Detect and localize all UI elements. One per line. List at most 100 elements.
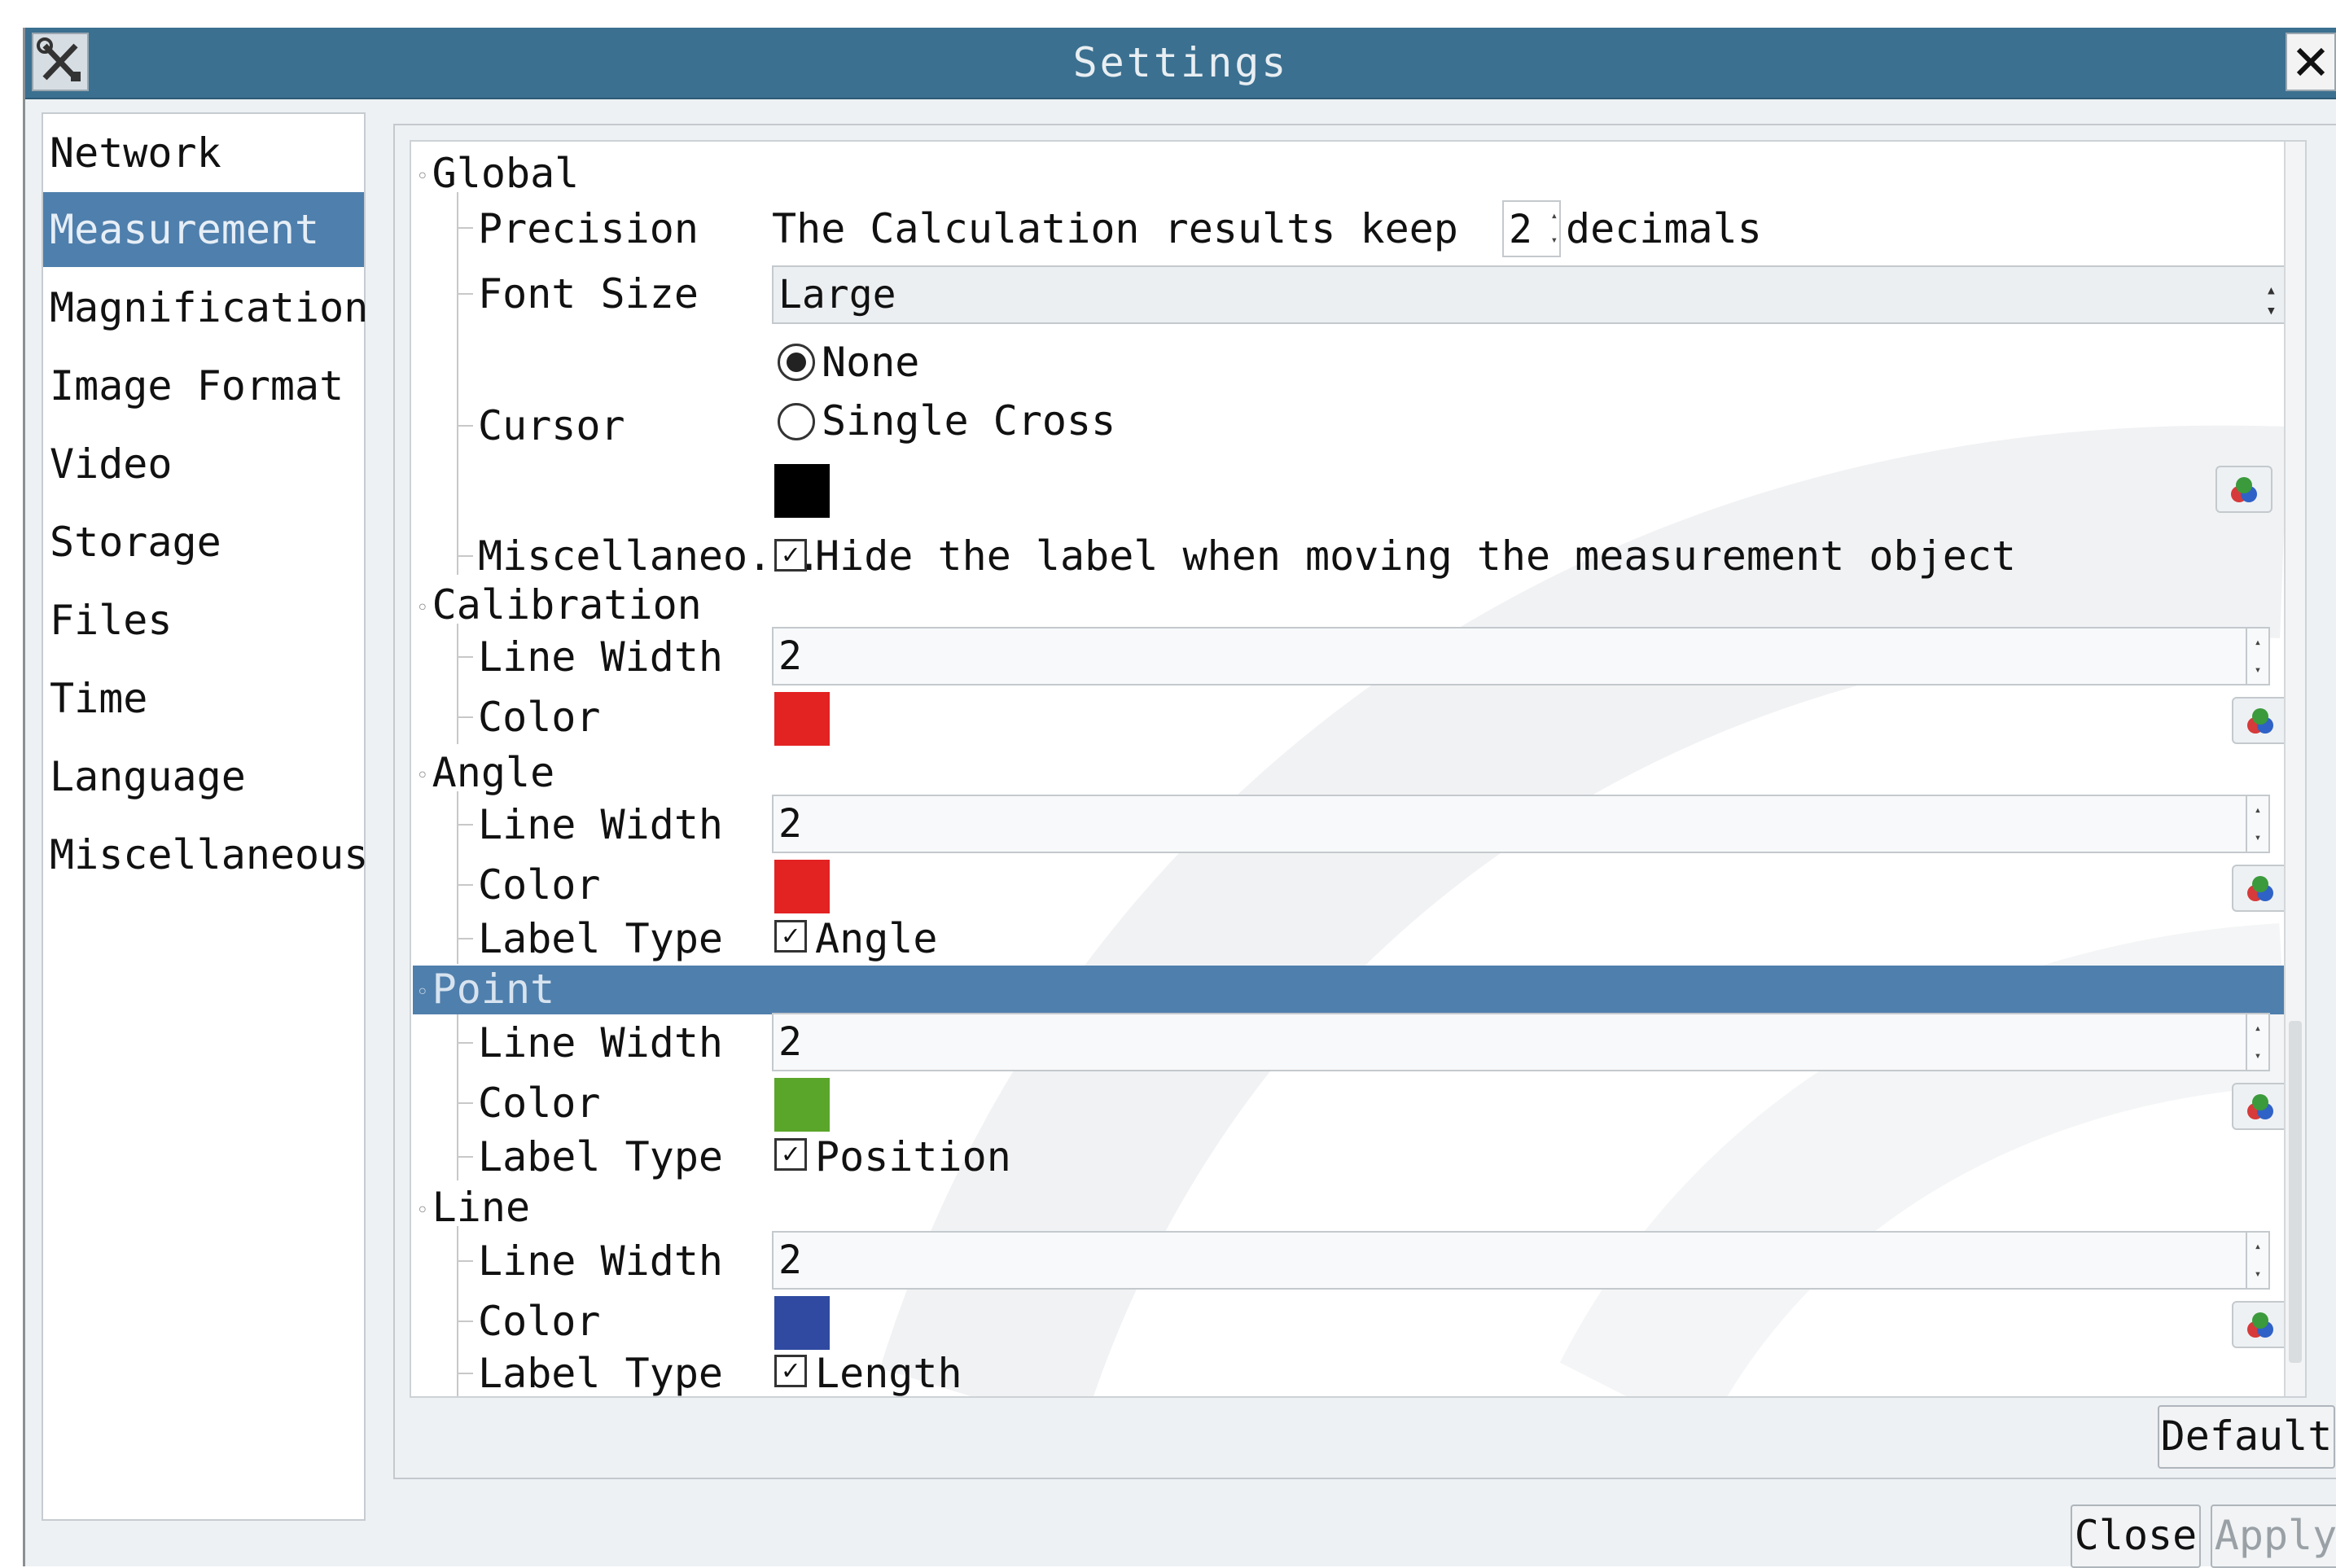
nav-item-measurement[interactable]: Measurement — [43, 192, 364, 267]
precision-spinbox[interactable]: 2 ▴ ▾ — [1502, 200, 1561, 257]
cursor-color-swatch — [774, 464, 830, 518]
font-size-select[interactable]: Large ▴ ▾ — [772, 265, 2286, 324]
apply-button[interactable]: Apply — [2211, 1504, 2336, 1568]
tree-tick — [457, 824, 473, 826]
angle-label-text: Angle — [815, 915, 938, 962]
nav-item-miscellaneous[interactable]: Miscellaneous — [43, 817, 368, 892]
default-button[interactable]: Default — [2158, 1405, 2335, 1469]
spin-arrows-icon[interactable]: ▴ ▾ — [2246, 629, 2268, 684]
nav-item-video[interactable]: Video — [43, 427, 364, 501]
cursor-single-cross-radio[interactable] — [778, 403, 815, 440]
tree-scrollbar[interactable] — [2284, 142, 2305, 1396]
tree-line — [457, 1226, 458, 1396]
color-picker-button[interactable] — [2232, 865, 2289, 912]
tree-tick — [457, 884, 473, 886]
color-wheel-icon — [2247, 1312, 2273, 1338]
color-wheel-icon — [2231, 477, 2257, 502]
close-button[interactable]: Close — [2071, 1504, 2201, 1568]
point-label-checkbox[interactable]: ✓ — [774, 1138, 807, 1171]
group-point[interactable]: ◦Point — [416, 966, 554, 1013]
tree-tick — [457, 425, 473, 427]
tree-tick — [457, 1373, 473, 1374]
tree-line — [457, 624, 458, 744]
group-global[interactable]: ◦Global — [416, 150, 579, 197]
tree-tick — [457, 1156, 473, 1158]
tree-tick — [457, 656, 473, 658]
precision-suffix: decimals — [1566, 205, 1762, 252]
line-color-swatch — [774, 1296, 830, 1350]
tree-handle-icon: ◦ — [416, 1198, 429, 1223]
cursor-none-radio[interactable] — [778, 344, 815, 381]
line-label-type-label: Label Type — [478, 1350, 724, 1397]
misc-label: Miscellaneo... — [478, 532, 822, 580]
nav-item-language[interactable]: Language — [43, 739, 364, 814]
group-calibration[interactable]: ◦Calibration — [416, 581, 702, 629]
angle-line-width-field[interactable]: 2 ▴ ▾ — [772, 795, 2270, 853]
line-label-text: Length — [815, 1350, 962, 1397]
color-picker-button[interactable] — [2215, 466, 2272, 513]
tree-tick — [457, 555, 473, 557]
angle-color-swatch — [774, 860, 830, 913]
color-wheel-icon — [2247, 708, 2273, 734]
point-label-type-label: Label Type — [478, 1133, 724, 1180]
tree-handle-icon: ◦ — [416, 595, 429, 620]
title-bar: Settings — [25, 28, 2336, 99]
calibration-line-width-label: Line Width — [478, 633, 724, 681]
group-line[interactable]: ◦Line — [416, 1184, 530, 1231]
spin-arrows-icon[interactable]: ▴ ▾ — [2246, 1014, 2268, 1070]
calibration-line-width-field[interactable]: 2 ▴ ▾ — [772, 627, 2270, 685]
angle-line-width-label: Line Width — [478, 801, 724, 848]
point-color-swatch — [774, 1078, 830, 1132]
point-line-width-field[interactable]: 2 ▴ ▾ — [772, 1013, 2270, 1071]
color-picker-button[interactable] — [2232, 697, 2289, 744]
line-label-checkbox[interactable]: ✓ — [774, 1355, 807, 1387]
line-line-width-label: Line Width — [478, 1237, 724, 1285]
line-line-width-field[interactable]: 2 ▴ ▾ — [772, 1231, 2270, 1290]
nav-item-storage[interactable]: Storage — [43, 505, 364, 580]
spin-arrows-icon: ▴ ▾ — [1550, 209, 1558, 247]
close-icon[interactable] — [2286, 33, 2336, 91]
point-label-text: Position — [815, 1133, 1011, 1180]
tree-tick — [457, 716, 473, 718]
calibration-color-label: Color — [478, 694, 601, 741]
tree-line — [457, 192, 458, 575]
selected-row-highlight — [413, 966, 2284, 1014]
angle-label-checkbox[interactable]: ✓ — [774, 920, 807, 953]
point-color-label: Color — [478, 1080, 601, 1127]
nav-item-network[interactable]: Network — [43, 116, 364, 191]
settings-nav: Network Measurement Magnification Image … — [42, 112, 368, 1521]
tree-tick — [457, 1042, 473, 1044]
tree-tick — [457, 1321, 473, 1322]
tree-handle-icon: ◦ — [416, 979, 429, 1005]
nav-item-time[interactable]: Time — [43, 661, 364, 736]
settings-tree: ◦Global Precision The Calculation result… — [410, 140, 2307, 1398]
line-color-label: Color — [478, 1298, 601, 1345]
spin-arrows-icon[interactable]: ▴ ▾ — [2246, 796, 2268, 852]
tree-handle-icon: ◦ — [416, 164, 429, 189]
nav-item-files[interactable]: Files — [43, 583, 364, 658]
nav-item-magnification[interactable]: Magnification — [43, 270, 368, 345]
nav-item-image-format[interactable]: Image Format — [43, 348, 364, 423]
cursor-single-cross-label: Single Cross — [822, 397, 1116, 445]
tree-tick — [457, 1102, 473, 1104]
settings-window: Settings Network Measurement Magnificati… — [23, 28, 2336, 1568]
font-size-label: Font Size — [478, 270, 699, 318]
spin-arrows-icon[interactable]: ▴ ▾ — [2246, 1233, 2268, 1288]
color-picker-button[interactable] — [2232, 1301, 2289, 1348]
tree-tick — [457, 293, 473, 295]
window-title: Settings — [1072, 39, 1289, 86]
cursor-none-label: None — [822, 339, 920, 386]
angle-color-label: Color — [478, 861, 601, 909]
color-wheel-icon — [2247, 876, 2273, 901]
precision-text: The Calculation results keep — [772, 205, 1458, 252]
calibration-color-swatch — [774, 692, 830, 746]
cursor-label: Cursor — [478, 402, 625, 449]
hide-label-checkbox[interactable]: ✓ — [774, 539, 807, 572]
color-picker-button[interactable] — [2232, 1083, 2289, 1130]
tree-tick — [457, 938, 473, 939]
group-angle[interactable]: ◦Angle — [416, 749, 554, 796]
chevron-updown-icon: ▴ ▾ — [2265, 280, 2277, 321]
tree-tick — [457, 227, 473, 229]
scrollbar-thumb[interactable] — [2289, 1021, 2302, 1363]
point-line-width-label: Line Width — [478, 1019, 724, 1067]
